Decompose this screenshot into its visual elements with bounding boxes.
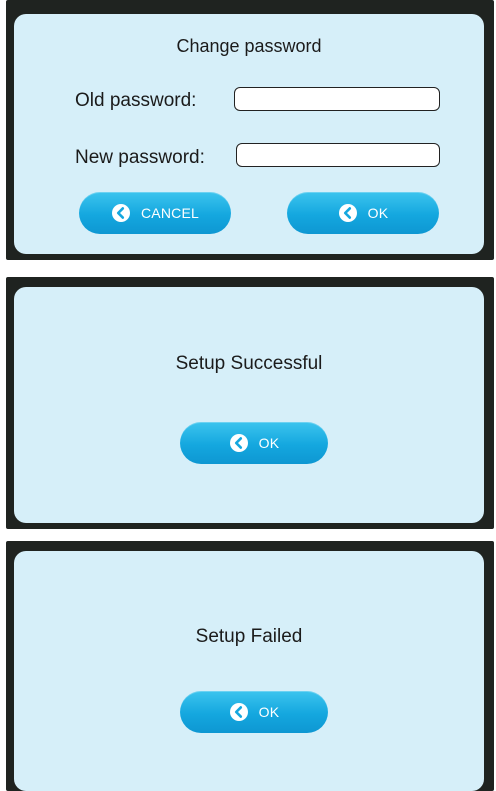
chevron-left-circle-icon xyxy=(229,703,248,721)
setup-failed-frame: Setup Failed OK xyxy=(6,541,494,791)
setup-failed-dialog: Setup Failed OK xyxy=(14,551,484,791)
chevron-left-circle-icon xyxy=(229,434,248,452)
cancel-button-label: CANCEL xyxy=(141,205,199,221)
setup-successful-frame: Setup Successful OK xyxy=(6,277,494,529)
success-ok-button-label: OK xyxy=(258,435,280,451)
ok-button-label: OK xyxy=(367,205,389,221)
change-password-frame: Change password Old password: New passwo… xyxy=(6,0,494,260)
new-password-input[interactable] xyxy=(236,143,440,167)
dialog-title: Change password xyxy=(176,36,322,56)
new-password-label: New password: xyxy=(75,147,205,168)
success-message: Setup Successful xyxy=(175,353,323,374)
setup-successful-dialog: Setup Successful OK xyxy=(14,287,484,523)
old-password-input[interactable] xyxy=(234,87,440,111)
old-password-label: Old password: xyxy=(75,90,197,111)
change-password-dialog: Change password Old password: New passwo… xyxy=(14,14,484,254)
ok-button[interactable]: OK xyxy=(287,192,439,234)
chevron-left-circle-icon xyxy=(112,204,130,222)
cancel-button[interactable]: CANCEL xyxy=(79,192,231,234)
failed-ok-button[interactable]: OK xyxy=(180,691,328,733)
success-ok-button[interactable]: OK xyxy=(180,422,328,464)
chevron-left-circle-icon xyxy=(338,204,357,222)
failed-message: Setup Failed xyxy=(195,626,303,647)
failed-ok-button-label: OK xyxy=(258,704,280,720)
